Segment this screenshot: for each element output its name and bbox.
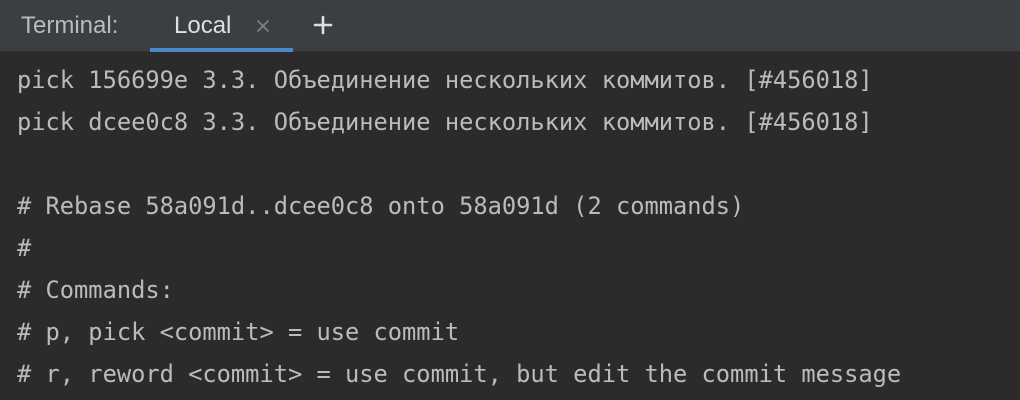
close-icon[interactable] (254, 17, 272, 35)
terminal-tool-window: Terminal: Local pick 156699e 3.3. Объеди… (0, 0, 1020, 400)
tab-local[interactable]: Local (150, 0, 293, 52)
terminal-line: # Commands: (17, 276, 174, 304)
tab-label: Local (174, 12, 232, 39)
terminal-line: pick dcee0c8 3.3. Объединение нескольких… (17, 108, 873, 136)
terminal-line: # (17, 234, 32, 262)
tool-window-title: Terminal: (21, 12, 119, 39)
terminal-output[interactable]: pick 156699e 3.3. Объединение нескольких… (0, 53, 1020, 400)
terminal-line: # r, reword <commit> = use commit, but e… (17, 360, 902, 388)
terminal-line: # p, pick <commit> = use commit (17, 318, 460, 346)
terminal-line: pick 156699e 3.3. Объединение нескольких… (17, 66, 873, 94)
plus-icon[interactable] (311, 13, 335, 37)
terminal-line: # Rebase 58a091d..dcee0c8 onto 58a091d (… (17, 192, 745, 220)
terminal-tab-bar: Terminal: Local (0, 0, 1020, 52)
